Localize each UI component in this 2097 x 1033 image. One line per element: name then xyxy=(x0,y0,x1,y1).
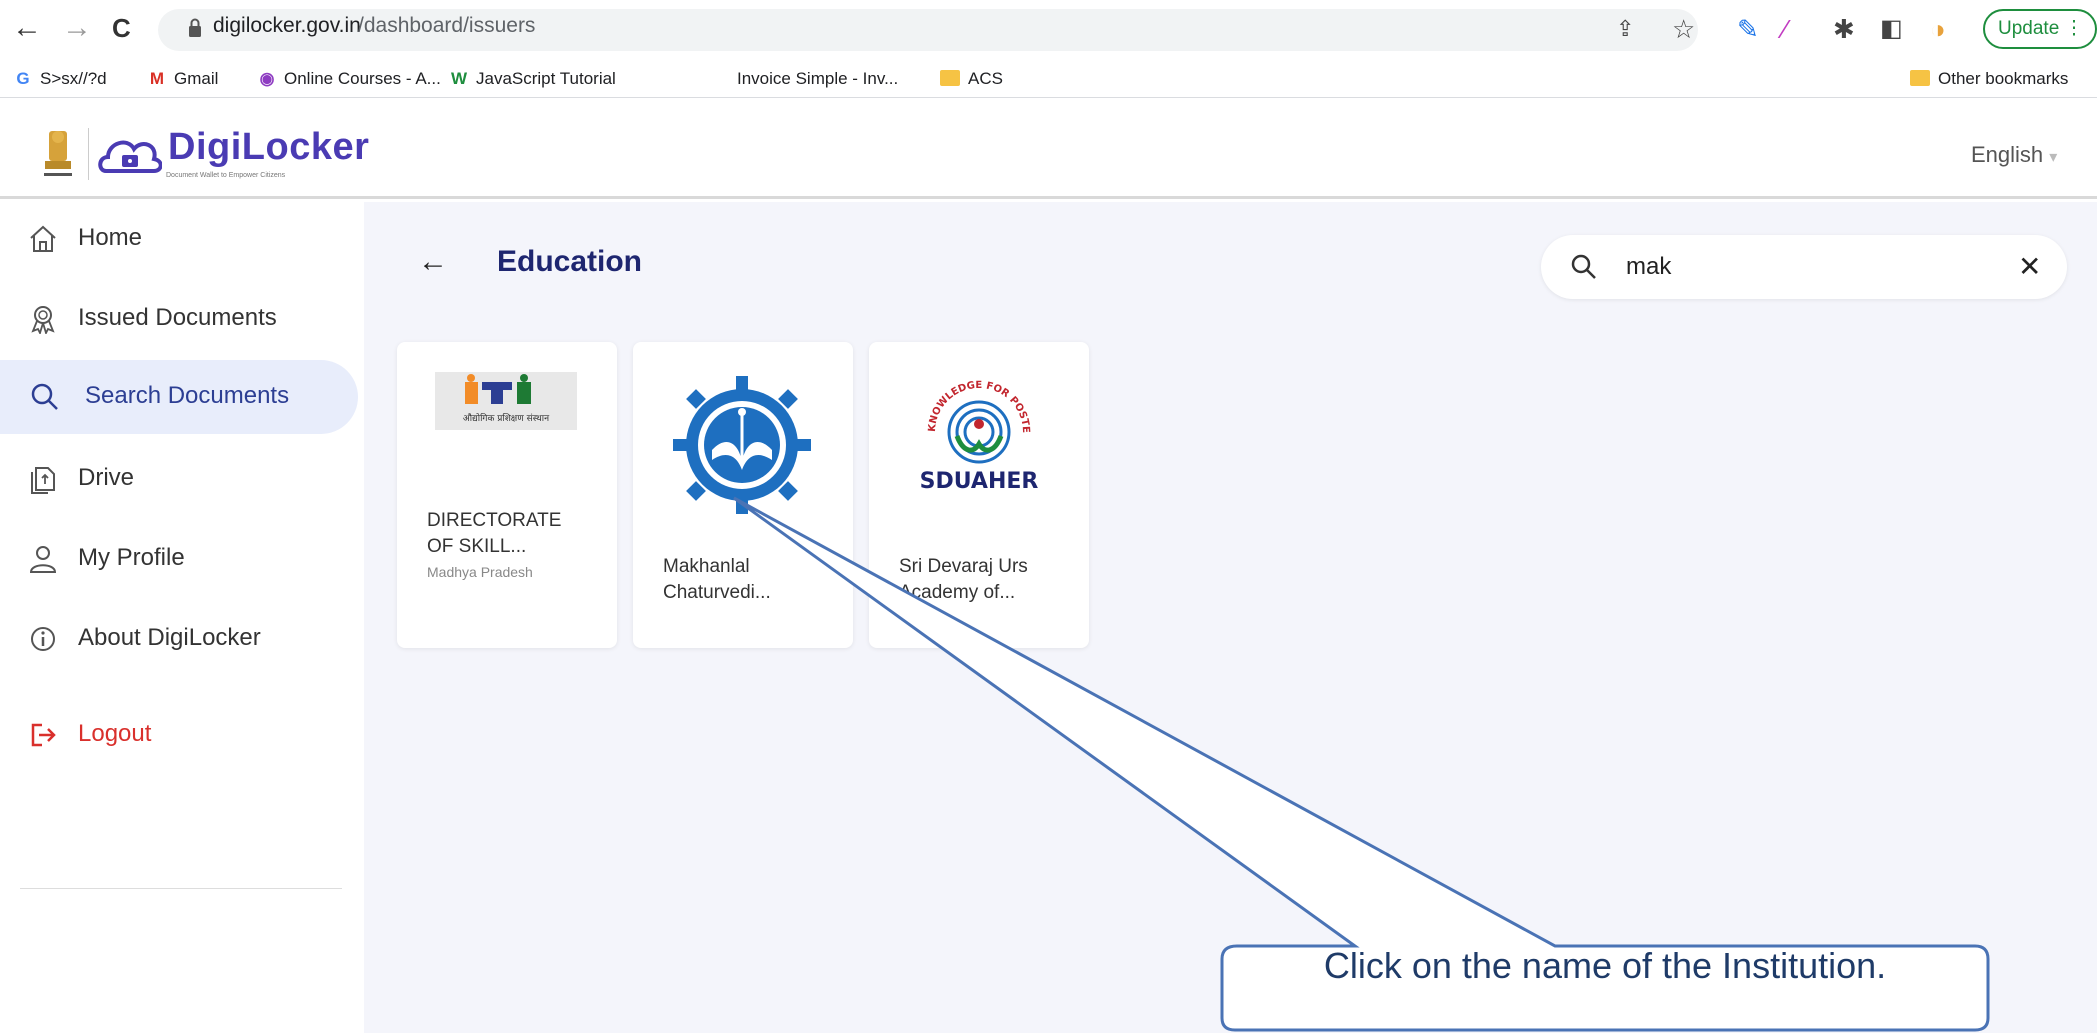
sidebar-item-about[interactable]: About DigiLocker xyxy=(0,602,358,676)
sidebar-item-issued-documents[interactable]: Issued Documents xyxy=(0,282,358,356)
brand-name[interactable]: DigiLocker xyxy=(168,126,369,169)
sidebar-item-drive[interactable]: Drive xyxy=(0,442,358,516)
back-nav-icon[interactable]: ← xyxy=(12,10,42,46)
profile-avatar-icon[interactable]: ◑ xyxy=(1930,14,1946,44)
bookmark-item[interactable]: W JavaScript Tutorial xyxy=(450,68,616,90)
url-path: /dashboard/issuers xyxy=(358,14,536,37)
share-icon[interactable]: ⇪ xyxy=(1616,14,1634,44)
brand-tagline: Document Wallet to Empower Citizens xyxy=(166,172,286,179)
card-name-line2[interactable]: OF SKILL... xyxy=(427,534,526,560)
extension-brush-icon[interactable]: ⁄ xyxy=(1783,14,1787,44)
gmail-icon: M xyxy=(149,69,165,88)
home-icon xyxy=(30,225,56,252)
update-button[interactable]: Update ⋮ xyxy=(1983,9,2097,49)
sidebar-item-my-profile[interactable]: My Profile xyxy=(0,522,358,596)
search-input[interactable] xyxy=(1626,250,1976,284)
search-icon xyxy=(1571,254,1596,279)
google-icon: G xyxy=(16,69,30,88)
back-arrow-icon[interactable]: ← xyxy=(418,245,448,279)
card-subtitle: Madhya Pradesh xyxy=(427,564,533,580)
sidebar-item-logout[interactable]: Logout xyxy=(0,698,358,772)
extension-pen-icon[interactable]: ✎ xyxy=(1737,14,1759,44)
card-name-line1[interactable]: Makhanlal xyxy=(663,554,750,580)
other-bookmarks[interactable]: Other bookmarks xyxy=(1910,68,2068,90)
card-name-line1[interactable]: Sri Devaraj Urs xyxy=(899,554,1028,580)
bookmark-item[interactable]: M Gmail xyxy=(148,68,219,90)
bookmark-item[interactable]: Invoice Simple - Inv... xyxy=(737,68,898,90)
puzzle-icon[interactable]: ✱ xyxy=(1833,14,1855,44)
chevron-down-icon: ▾ xyxy=(2049,149,2058,166)
user-icon xyxy=(29,546,57,573)
sidebar-item-home[interactable]: Home xyxy=(0,202,358,276)
card-name-line2[interactable]: Academy of... xyxy=(899,580,1015,606)
info-icon xyxy=(31,627,55,651)
sduaher-logo-text: SDUAHER xyxy=(920,469,1039,494)
search-icon xyxy=(31,383,58,410)
iti-logo-caption: औद्योगिक प्रशिक्षण संस्थान xyxy=(463,412,550,424)
card-name-line1[interactable]: DIRECTORATE xyxy=(427,508,561,534)
folder-icon xyxy=(940,70,960,86)
sidebar-divider xyxy=(20,888,342,889)
courses-icon: ◉ xyxy=(259,69,275,88)
reload-icon[interactable]: C xyxy=(112,10,131,46)
institution-card[interactable]: Makhanlal Chaturvedi... xyxy=(633,342,853,648)
sidebar-item-search-documents[interactable]: Search Documents xyxy=(0,360,358,434)
national-emblem-icon xyxy=(44,131,72,176)
makhanlal-logo-icon xyxy=(673,376,811,514)
drive-icon xyxy=(31,467,55,494)
close-icon[interactable]: ✕ xyxy=(2018,250,2041,283)
forward-nav-icon[interactable]: → xyxy=(62,10,92,46)
page-title: Education xyxy=(497,245,643,278)
ribbon-icon xyxy=(31,306,55,334)
sidepanel-icon[interactable]: ◧ xyxy=(1880,14,1903,44)
logout-icon xyxy=(31,723,56,747)
sduaher-logo-icon: KNOWLEDGE FOR POSTERITY SDUAHER xyxy=(919,372,1039,494)
institution-card[interactable]: KNOWLEDGE FOR POSTERITY SDUAHER Sri Deva… xyxy=(869,342,1089,648)
logo-divider xyxy=(88,128,89,180)
digilocker-logo-icon xyxy=(98,140,162,173)
iti-logo-icon: औद्योगिक प्रशिक्षण संस्थान xyxy=(435,372,577,430)
w3schools-icon: W xyxy=(450,69,468,88)
star-icon[interactable]: ☆ xyxy=(1672,14,1695,44)
url-host: digilocker.gov.in xyxy=(213,14,361,37)
folder-icon xyxy=(1910,70,1930,86)
bookmark-item[interactable]: ◉ Online Courses - A... xyxy=(258,68,441,90)
callout-text: Click on the name of the Institution. xyxy=(1323,945,1887,986)
institution-card[interactable]: औद्योगिक प्रशिक्षण संस्थान DIRECTORATE O… xyxy=(397,342,617,648)
bookmark-folder[interactable]: ACS xyxy=(940,68,1003,90)
sidebar: Home Issued Documents Search Documents D… xyxy=(0,202,364,1033)
card-name-line2[interactable]: Chaturvedi... xyxy=(663,580,771,606)
lock-icon xyxy=(189,18,201,37)
language-select[interactable]: English ▾ xyxy=(1971,142,2057,168)
main-content xyxy=(364,202,2097,1033)
bookmark-item[interactable]: G S>sx//?d xyxy=(14,68,106,90)
